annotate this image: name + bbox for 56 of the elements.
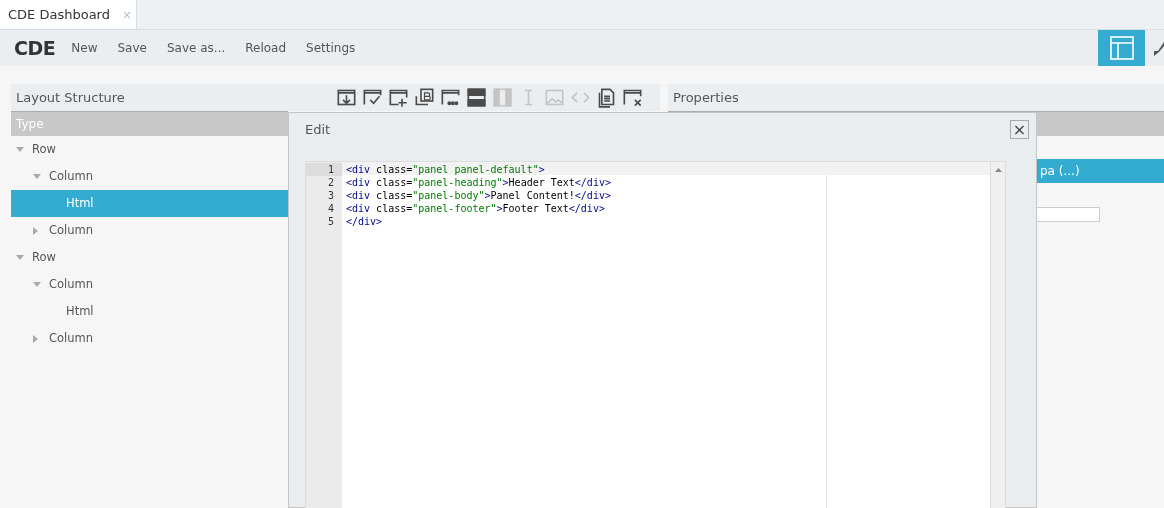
check-icon[interactable] bbox=[362, 87, 383, 108]
tree-item[interactable]: Column bbox=[11, 271, 288, 298]
menu-item[interactable]: New bbox=[71, 39, 98, 57]
property-label: pa (...) bbox=[1040, 163, 1080, 180]
tree-label: Row bbox=[32, 140, 56, 158]
code-line: <div class="panel panel-default"> bbox=[346, 163, 546, 176]
line-number: 2 bbox=[326, 176, 335, 189]
tree-label: Html bbox=[66, 194, 94, 212]
menu-item[interactable]: Settings bbox=[306, 39, 356, 57]
code-line: <div class="panel-body">Panel Content!</div> bbox=[346, 189, 612, 202]
code-line: <div class="panel-footer">Footer Text</div> bbox=[346, 202, 606, 215]
collapse-arrow-icon[interactable] bbox=[16, 147, 24, 152]
panel-title: Properties bbox=[673, 88, 739, 107]
import-icon[interactable] bbox=[336, 87, 357, 108]
rows-icon[interactable] bbox=[466, 87, 487, 108]
tree-label: Column bbox=[49, 167, 94, 185]
menu-item[interactable]: Save bbox=[117, 39, 147, 57]
code-line: </div> bbox=[346, 215, 384, 228]
line-number: 4 bbox=[326, 202, 335, 215]
collapse-arrow-icon[interactable] bbox=[33, 174, 41, 179]
tab-title: CDE Dashboard bbox=[8, 5, 110, 24]
menu-item[interactable]: Reload bbox=[245, 39, 287, 57]
tree-item[interactable]: Column bbox=[11, 163, 288, 190]
close-button[interactable]: × bbox=[1010, 120, 1029, 139]
expand-arrow-icon[interactable] bbox=[33, 226, 38, 235]
tree-item[interactable]: Row bbox=[11, 136, 288, 163]
tree-item[interactable]: Column bbox=[11, 325, 288, 352]
copy-icon[interactable] bbox=[596, 87, 617, 108]
tree-item[interactable]: Html bbox=[11, 298, 288, 325]
delete-icon[interactable] bbox=[622, 87, 643, 108]
tree-item[interactable]: Row bbox=[11, 244, 288, 271]
line-number: 3 bbox=[326, 189, 335, 202]
scrollbar[interactable] bbox=[990, 162, 1005, 508]
line-number: 1 bbox=[306, 163, 342, 176]
line-number: 5 bbox=[326, 215, 335, 228]
tree-item[interactable]: Column bbox=[11, 217, 288, 244]
dialog-title: Edit bbox=[305, 120, 331, 139]
tree-label: Column bbox=[49, 329, 94, 347]
collapse-arrow-icon[interactable] bbox=[33, 282, 41, 287]
scroll-up-icon[interactable] bbox=[994, 168, 1002, 172]
browser-tab[interactable]: CDE Dashboard × bbox=[0, 0, 137, 29]
add-icon[interactable] bbox=[388, 87, 409, 108]
menu-item[interactable]: Save as... bbox=[166, 39, 226, 57]
layout-icon bbox=[1109, 36, 1134, 60]
tree-label: Html bbox=[66, 302, 94, 320]
expand-arrow-icon[interactable] bbox=[33, 334, 38, 343]
code-editor[interactable]: 1 2 3 4 5 <div class="panel panel-default"> <div class="panel-heading">Header Text</div> <div class="panel-body">Panel Content!</div> <div class="panel-footer">Footer Text</div> </div> bbox=[305, 161, 1006, 508]
collapse-arrow-icon[interactable] bbox=[16, 255, 24, 260]
tree-label: Column bbox=[49, 275, 94, 293]
ellipsis-icon[interactable] bbox=[440, 87, 461, 108]
code-line: <div class="panel-heading">Header Text</div> bbox=[346, 176, 612, 189]
logo: CDE bbox=[14, 35, 56, 61]
tree-label: Column bbox=[49, 221, 94, 239]
panel-title: Layout Structure bbox=[16, 88, 126, 107]
tree-label: Row bbox=[32, 248, 56, 266]
layout-view-button[interactable] bbox=[1098, 30, 1145, 66]
